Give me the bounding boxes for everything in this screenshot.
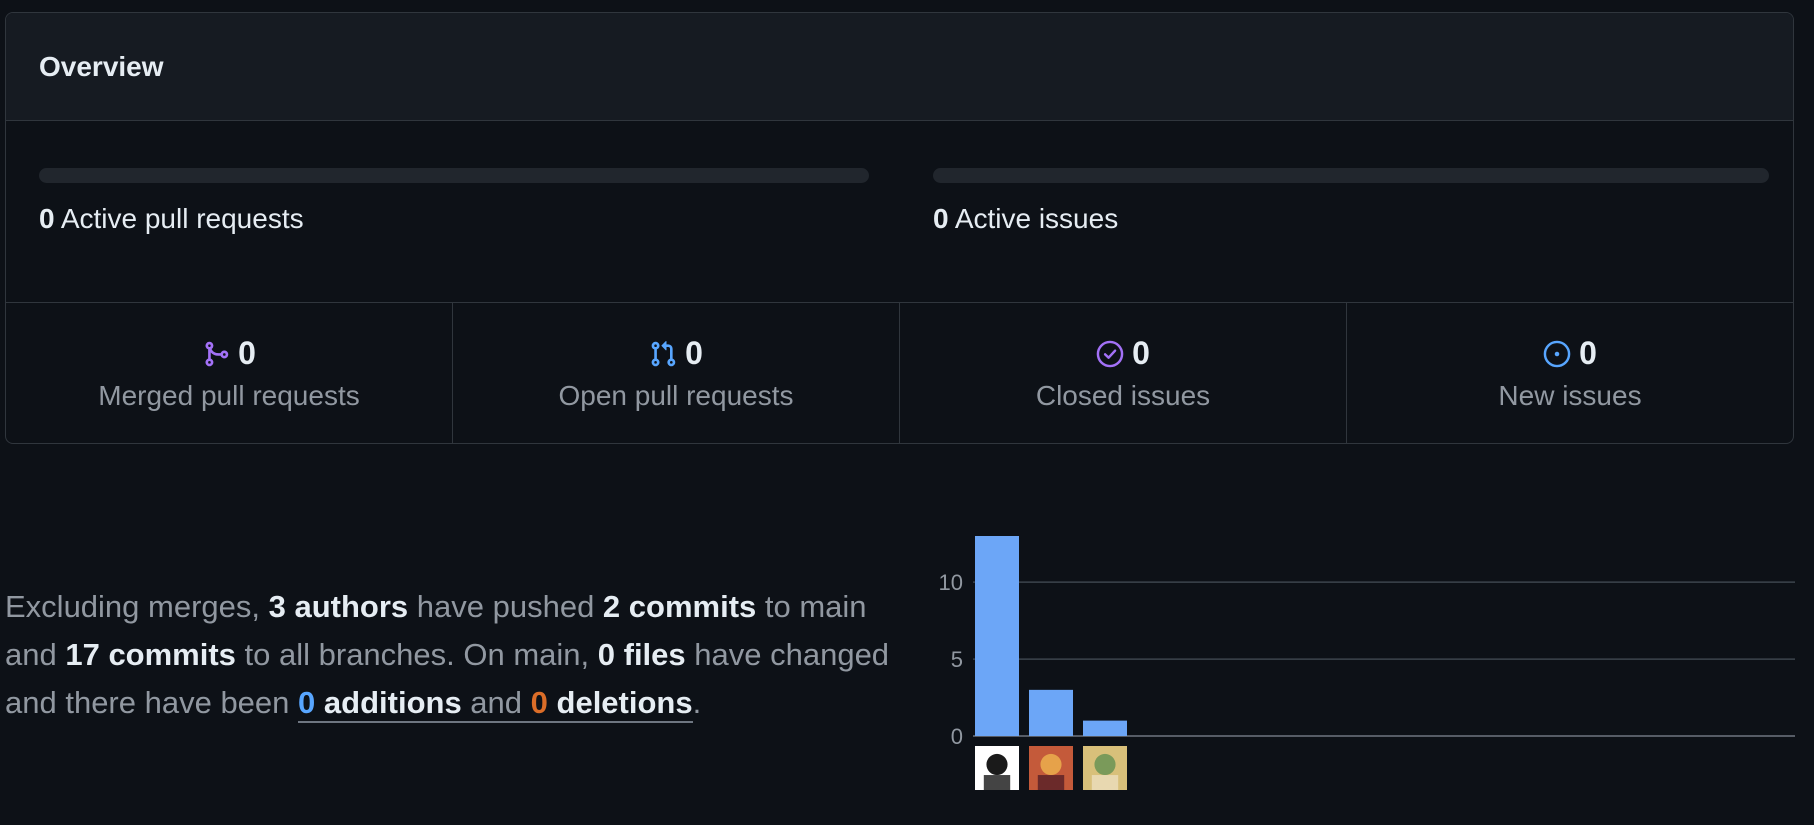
git-pull-request-icon [651, 340, 676, 366]
deletions-count: 0 [530, 685, 548, 720]
open-prs-label: Open pull requests [558, 380, 794, 411]
bar-author-1[interactable] [975, 536, 1019, 736]
chart-svg: 0 5 10 [939, 536, 1795, 790]
closed-issues-label: Closed issues [1035, 380, 1211, 411]
authors-count: 3 authors [268, 589, 409, 624]
new-issues-label: New issues [1498, 380, 1642, 411]
active-prs-count: 0 [39, 203, 55, 234]
summary-text-1: Excluding merges, [5, 589, 269, 624]
active-issues-count: 0 [933, 203, 949, 234]
active-issues[interactable]: 0 Active issues [933, 168, 1769, 235]
closed-issues-stat[interactable]: 0 Closed issues [900, 303, 1347, 443]
overview-title: Overview [39, 50, 164, 82]
overview-header: Overview [6, 13, 1793, 121]
issue-opened-icon [1543, 340, 1571, 367]
closed-issues-count: 0 [1132, 335, 1150, 371]
new-issues-count: 0 [1579, 335, 1597, 371]
git-merge-icon [205, 341, 229, 366]
active-prs-progress-bar [39, 168, 869, 183]
bar-author-2[interactable] [1029, 689, 1073, 736]
commit-summary: Excluding merges, 3 authors have pushed … [5, 583, 905, 727]
active-prs-label: Active pull requests [60, 203, 304, 234]
summary-text-7: . [692, 685, 702, 720]
open-prs-stat[interactable]: 0 Open pull requests [453, 303, 900, 443]
additions-deletions-link[interactable]: 0 additions and 0 deletions [298, 685, 693, 723]
active-issues-label: Active issues [954, 203, 1119, 234]
active-issues-text: 0 Active issues [933, 203, 1769, 235]
additions-label: additions [323, 685, 462, 720]
new-issues-stat[interactable]: 0 New issues [1347, 303, 1793, 443]
active-issues-progress-bar [933, 168, 1769, 183]
merged-prs-label: Merged pull requests [98, 380, 360, 411]
additions-count: 0 [298, 685, 316, 720]
active-prs-text: 0 Active pull requests [39, 203, 869, 235]
active-pull-requests[interactable]: 0 Active pull requests [39, 168, 869, 235]
all-commits-count: 17 commits [65, 637, 236, 672]
bar-author-3[interactable] [1083, 720, 1127, 736]
main-commits-count: 2 commits [602, 589, 757, 624]
stats-row: 0 Merged pull requests 0 Open pull reque… [6, 303, 1793, 443]
summary-text-4: to all branches. On main, [235, 637, 598, 672]
commits-by-author-chart: 0 5 10 [900, 520, 1800, 820]
y-tick-label: 0 [951, 724, 963, 749]
overview-panel: Overview 0 Active pull requests 0 Active… [5, 12, 1794, 444]
author-avatar[interactable] [1083, 746, 1127, 790]
summary-text-2: have pushed [408, 589, 603, 624]
merged-prs-stat[interactable]: 0 Merged pull requests [6, 303, 453, 443]
active-summary: 0 Active pull requests 0 Active issues [6, 121, 1793, 303]
author-avatar[interactable] [1029, 746, 1073, 790]
summary-text-6: and [461, 685, 531, 720]
open-prs-count: 0 [685, 335, 703, 371]
issue-closed-icon [1096, 340, 1124, 367]
deletions-label: deletions [556, 685, 693, 720]
author-avatar[interactable] [975, 746, 1019, 790]
y-tick-label: 10 [939, 570, 963, 595]
y-tick-label: 5 [951, 647, 963, 672]
files-changed-count: 0 files [597, 637, 686, 672]
merged-prs-count: 0 [238, 335, 256, 371]
